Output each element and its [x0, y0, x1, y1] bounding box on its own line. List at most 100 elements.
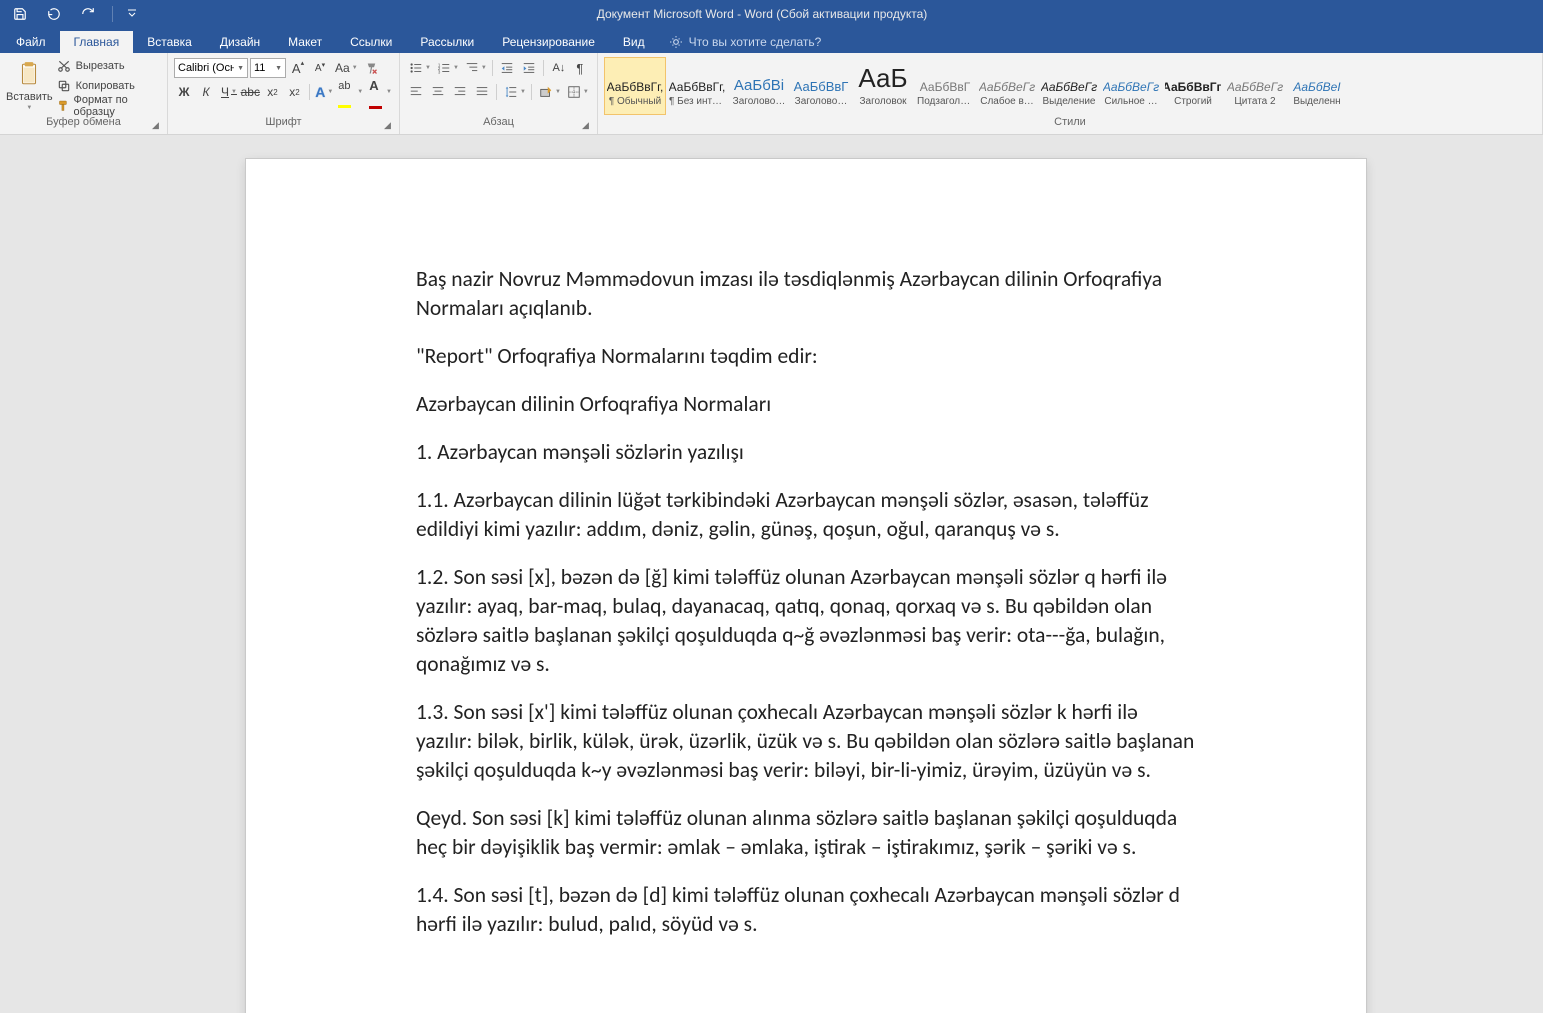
text-effects-button[interactable]: A▼: [313, 82, 333, 102]
paragraph[interactable]: 1.2. Son səsi [x], bəzən də [ğ] kimi təl…: [416, 563, 1196, 679]
copy-button[interactable]: Копировать: [53, 77, 161, 95]
clipboard-group-label: Буфер обмена: [6, 116, 161, 134]
document-content[interactable]: Baş nazir Novruz Məmmədovun imzası ilə t…: [416, 265, 1196, 939]
style-item-4[interactable]: АаБЗаголовок: [852, 57, 914, 115]
decrease-indent-button[interactable]: [497, 58, 517, 78]
style-item-0[interactable]: АаБбВвГг,¶ Обычный: [604, 57, 666, 115]
change-case-button[interactable]: Aa▼: [332, 58, 359, 78]
paste-button[interactable]: Вставить ▼: [6, 55, 53, 115]
align-right-button[interactable]: [450, 82, 470, 102]
document-page[interactable]: Baş nazir Novruz Məmmədovun imzası ilə t…: [246, 159, 1366, 1013]
style-preview: АаБбВвГ: [917, 66, 973, 94]
paragraph[interactable]: 1.1. Azərbaycan dilinin lüğət tərkibində…: [416, 486, 1196, 544]
clipboard-launcher[interactable]: ◢: [152, 120, 164, 132]
numbering-button[interactable]: 123▼: [434, 58, 460, 78]
tab-review[interactable]: Рецензирование: [488, 31, 609, 53]
style-name: Строгий: [1165, 96, 1221, 107]
paragraph[interactable]: 1. Azərbaycan mənşəli sözlərin yazılışı: [416, 438, 1196, 467]
qat-customize-button[interactable]: [123, 2, 141, 26]
style-item-3[interactable]: АаБбВвГЗаголово…: [790, 57, 852, 115]
shading-button[interactable]: ▼: [536, 82, 562, 102]
paragraph[interactable]: 1.3. Son səsi [x'] kimi tələffüz olunan …: [416, 698, 1196, 785]
styles-gallery: АаБбВвГг,¶ ОбычныйАаБбВвГг,¶ Без инте…Аа…: [604, 55, 1348, 115]
tell-me-search[interactable]: Что вы хотите сделать?: [659, 31, 832, 53]
show-marks-button[interactable]: ¶: [570, 58, 590, 78]
style-item-8[interactable]: АаБбВеГгСильное …: [1100, 57, 1162, 115]
shrink-font-button[interactable]: A▾: [310, 58, 330, 78]
font-name-combo[interactable]: Calibri (Осно▼: [174, 58, 248, 78]
subscript-button[interactable]: x2: [263, 82, 283, 102]
tab-view[interactable]: Вид: [609, 31, 659, 53]
style-preview: АаБбВеГг: [979, 66, 1035, 94]
group-font: Calibri (Осно▼ 11▼ A▴ A▾ Aa▼ Ж К Ч▼: [168, 53, 400, 134]
style-item-11[interactable]: АаБбВеІВыделенн: [1286, 57, 1348, 115]
paragraph[interactable]: 1.4. Son səsi [t], bəzən də [d] kimi təl…: [416, 881, 1196, 939]
sort-button[interactable]: А↓: [548, 58, 568, 78]
svg-text:3: 3: [438, 69, 441, 74]
quick-access-toolbar: [0, 2, 141, 26]
cut-button[interactable]: Вырезать: [53, 57, 161, 75]
tab-mailings[interactable]: Рассылки: [406, 31, 488, 53]
borders-button[interactable]: ▼: [564, 82, 590, 102]
copy-label: Копировать: [76, 80, 135, 92]
style-item-9[interactable]: АаБбВвГг, Строгий: [1162, 57, 1224, 115]
tab-insert[interactable]: Вставка: [133, 31, 206, 53]
format-painter-label: Формат по образцу: [74, 94, 158, 118]
style-preview: АаБбВеІ: [1289, 66, 1345, 94]
bullets-button[interactable]: ▼: [406, 58, 432, 78]
window-title: Документ Microsoft Word - Word (Сбой акт…: [141, 7, 1383, 21]
style-preview: АаБбВвГг,: [1165, 66, 1221, 94]
strikethrough-button[interactable]: abc: [240, 82, 261, 102]
redo-button[interactable]: [74, 2, 102, 26]
paragraph[interactable]: "Report" Orfoqrafiya Normalarını təqdim …: [416, 342, 1196, 371]
tab-layout[interactable]: Макет: [274, 31, 336, 53]
increase-indent-button[interactable]: [519, 58, 539, 78]
style-item-6[interactable]: АаБбВеГгСлабое в…: [976, 57, 1038, 115]
font-size-combo[interactable]: 11▼: [250, 58, 286, 78]
grow-font-button[interactable]: A▴: [288, 58, 308, 78]
highlight-button[interactable]: ab▼: [335, 82, 364, 102]
style-name: ¶ Обычный: [607, 96, 663, 107]
style-name: Выделение: [1041, 96, 1097, 107]
style-preview: АаБбВеГг: [1041, 66, 1097, 94]
paragraph-launcher[interactable]: ◢: [582, 120, 594, 132]
divider: [492, 60, 493, 76]
tab-references[interactable]: Ссылки: [336, 31, 406, 53]
clear-formatting-button[interactable]: [361, 58, 382, 78]
superscript-button[interactable]: x2: [285, 82, 305, 102]
underline-button[interactable]: Ч▼: [218, 82, 238, 102]
font-name-value: Calibri (Осно: [178, 62, 234, 74]
tab-home[interactable]: Главная: [60, 31, 134, 53]
bold-button[interactable]: Ж: [174, 82, 194, 102]
save-button[interactable]: [6, 2, 34, 26]
style-preview: АаБбВвГг,: [669, 66, 725, 94]
divider: [496, 84, 497, 100]
style-item-2[interactable]: АаБбВіЗаголово…: [728, 57, 790, 115]
style-item-5[interactable]: АаБбВвГПодзаголо…: [914, 57, 976, 115]
line-spacing-button[interactable]: ▼: [501, 82, 527, 102]
paragraph[interactable]: Baş nazir Novruz Məmmədovun imzası ilə t…: [416, 265, 1196, 323]
group-styles: АаБбВвГг,¶ ОбычныйАаБбВвГг,¶ Без инте…Аа…: [598, 53, 1543, 134]
undo-button[interactable]: [40, 2, 68, 26]
paragraph[interactable]: Azərbaycan dilinin Orfoqrafiya Normaları: [416, 390, 1196, 419]
font-group-label: Шрифт: [174, 116, 393, 134]
style-item-10[interactable]: АаБбВеГгЦитата 2: [1224, 57, 1286, 115]
divider: [531, 84, 532, 100]
format-painter-button[interactable]: Формат по образцу: [53, 97, 161, 115]
font-launcher[interactable]: ◢: [384, 120, 396, 132]
tab-design[interactable]: Дизайн: [206, 31, 274, 53]
font-color-button[interactable]: A▼: [366, 82, 393, 102]
ribbon-tabs: Файл Главная Вставка Дизайн Макет Ссылки…: [0, 28, 1543, 53]
multilevel-list-button[interactable]: ▼: [462, 58, 488, 78]
style-name: Цитата 2: [1227, 96, 1283, 107]
align-center-button[interactable]: [428, 82, 448, 102]
paragraph[interactable]: Qeyd. Son səsi [k] kimi tələffüz olunan …: [416, 804, 1196, 862]
style-item-7[interactable]: АаБбВеГг Выделение: [1038, 57, 1100, 115]
style-item-1[interactable]: АаБбВвГг,¶ Без инте…: [666, 57, 728, 115]
styles-group-label: Стили: [604, 116, 1536, 134]
justify-button[interactable]: [472, 82, 492, 102]
document-area[interactable]: Baş nazir Novruz Məmmədovun imzası ilə t…: [0, 135, 1543, 1013]
align-left-button[interactable]: [406, 82, 426, 102]
italic-button[interactable]: К: [196, 82, 216, 102]
tab-file[interactable]: Файл: [2, 31, 60, 53]
